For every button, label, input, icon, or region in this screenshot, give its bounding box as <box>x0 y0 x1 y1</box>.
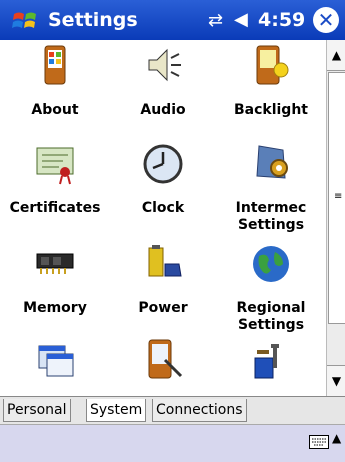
clock-icon <box>143 144 183 184</box>
connectivity-icon[interactable]: ⇄ <box>208 10 223 31</box>
settings-item-label: Power <box>138 300 188 316</box>
settings-item-certificates[interactable]: Certificates <box>0 142 110 217</box>
backlight-icon <box>256 45 289 85</box>
settings-item-label: Backlight <box>233 102 308 118</box>
windows-start-icon[interactable] <box>10 8 42 34</box>
settings-item-label: Clock <box>141 200 185 216</box>
close-button[interactable]: ✕ <box>313 7 339 33</box>
settings-item-about[interactable]: About <box>0 44 110 119</box>
settings-item-label: About <box>31 102 79 118</box>
tab-bar: Personal System Connections <box>0 396 345 424</box>
power-icon <box>148 245 182 277</box>
settings-item-screen[interactable] <box>108 338 218 396</box>
window-title: Settings <box>48 9 138 31</box>
utilities-icon <box>254 344 279 379</box>
tab-system[interactable]: System <box>86 399 147 422</box>
audio-icon <box>148 48 181 82</box>
settings-item-audio[interactable]: Audio <box>108 44 218 119</box>
menu-bar: ▲ <box>0 424 345 462</box>
title-bar: Settings ⇄ ◀ 4:59 ✕ <box>0 0 345 40</box>
certificates-icon <box>36 147 74 185</box>
remove-programs-icon <box>38 345 74 377</box>
scroll-up-button[interactable]: ▲ <box>327 40 345 71</box>
settings-item-regional-settings[interactable]: Regional Settings <box>216 242 326 334</box>
memory-icon <box>36 253 74 274</box>
settings-item-clock[interactable]: Clock <box>108 142 218 217</box>
settings-item-label-line2: Settings <box>237 217 305 233</box>
settings-item-intermec-settings[interactable]: Intermec Settings <box>216 142 326 234</box>
settings-item-label: Certificates <box>9 200 101 216</box>
input-panel-arrow-icon[interactable]: ▲ <box>332 431 341 445</box>
settings-item-power[interactable]: Power <box>108 242 218 317</box>
tab-connections[interactable]: Connections <box>152 399 247 422</box>
vertical-scrollbar[interactable]: ▲ ≡ ▼ <box>326 40 345 396</box>
settings-item-backlight[interactable]: Backlight <box>216 44 326 119</box>
settings-item-utilities[interactable] <box>216 338 326 396</box>
intermec-settings-icon <box>256 145 288 179</box>
scroll-down-button[interactable]: ▼ <box>327 365 345 396</box>
scroll-grip-icon: ≡ <box>334 191 343 202</box>
settings-item-label: Memory <box>23 300 87 316</box>
settings-item-label-line2: Settings <box>237 317 305 333</box>
globe-icon <box>253 246 289 282</box>
clock-time[interactable]: 4:59 <box>258 9 305 31</box>
settings-item-label: Regional <box>236 300 306 316</box>
volume-icon[interactable]: ◀ <box>234 9 248 30</box>
settings-item-memory[interactable]: Memory <box>0 242 110 317</box>
about-icon <box>44 45 66 85</box>
settings-item-label: Audio <box>140 102 186 118</box>
tab-personal[interactable]: Personal <box>3 399 71 422</box>
keyboard-icon[interactable] <box>309 435 329 449</box>
scroll-thumb[interactable]: ≡ <box>328 72 345 324</box>
settings-item-label: Intermec <box>235 200 307 216</box>
settings-grid: About Audio Backlight Certificates Clock… <box>0 40 326 396</box>
settings-item-remove-programs[interactable] <box>0 338 110 396</box>
screen-icon <box>148 339 183 379</box>
